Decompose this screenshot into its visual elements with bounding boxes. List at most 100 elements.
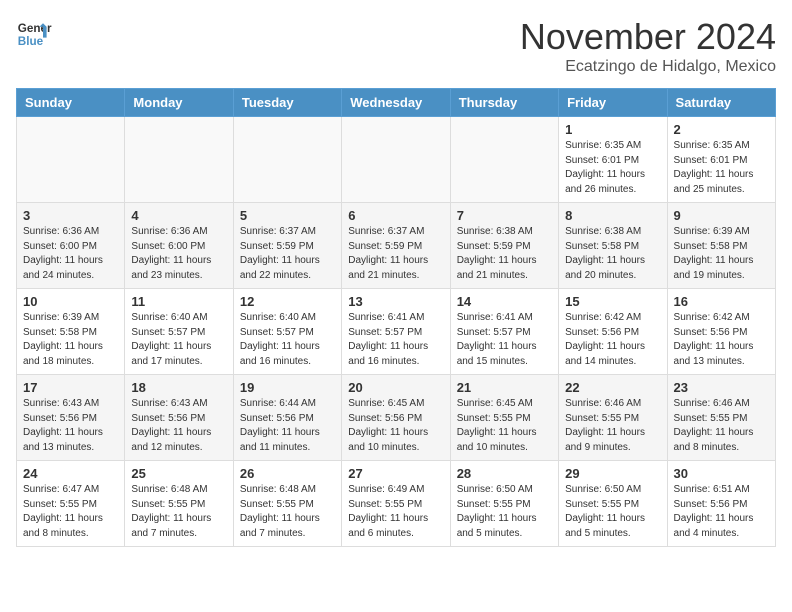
- day-number: 3: [23, 208, 118, 223]
- day-number: 16: [674, 294, 769, 309]
- day-info: Sunrise: 6:50 AMSunset: 5:55 PMDaylight:…: [565, 483, 660, 541]
- weekday-header-friday: Friday: [559, 89, 667, 117]
- day-info: Sunrise: 6:35 AMSunset: 6:01 PMDaylight:…: [674, 139, 769, 197]
- day-number: 27: [348, 466, 443, 481]
- day-cell: [342, 117, 450, 203]
- day-cell: 5Sunrise: 6:37 AMSunset: 5:59 PMDaylight…: [233, 203, 341, 289]
- day-cell: [125, 117, 233, 203]
- day-info: Sunrise: 6:36 AMSunset: 6:00 PMDaylight:…: [23, 225, 118, 283]
- day-number: 30: [674, 466, 769, 481]
- day-cell: 7Sunrise: 6:38 AMSunset: 5:59 PMDaylight…: [450, 203, 558, 289]
- day-cell: 23 Sunrise: 6:46 AMSunset: 5:55 PMDayligh…: [667, 375, 775, 461]
- day-number: 29: [565, 466, 660, 481]
- weekday-header-thursday: Thursday: [450, 89, 558, 117]
- day-number: 13: [348, 294, 443, 309]
- day-cell: 30 Sunrise: 6:51 AMSunset: 5:56 PMDayligh…: [667, 461, 775, 547]
- day-info: Sunrise: 6:47 AMSunset: 5:55 PMDaylight:…: [23, 483, 118, 541]
- day-info: Sunrise: 6:39 AMSunset: 5:58 PMDaylight:…: [23, 311, 118, 369]
- day-cell: 13 Sunrise: 6:41 AMSunset: 5:57 PMDayligh…: [342, 289, 450, 375]
- day-info: Sunrise: 6:41 AMSunset: 5:57 PMDaylight:…: [348, 311, 443, 369]
- weekday-header-row: SundayMondayTuesdayWednesdayThursdayFrid…: [17, 89, 776, 117]
- day-cell: 10 Sunrise: 6:39 AMSunset: 5:58 PMDayligh…: [17, 289, 125, 375]
- day-cell: 29 Sunrise: 6:50 AMSunset: 5:55 PMDayligh…: [559, 461, 667, 547]
- logo-icon: General Blue: [16, 16, 52, 52]
- day-cell: 28Sunrise: 6:50 AMSunset: 5:55 PMDayligh…: [450, 461, 558, 547]
- day-info: Sunrise: 6:38 AMSunset: 5:59 PMDaylight:…: [457, 225, 552, 283]
- day-number: 14: [457, 294, 552, 309]
- day-number: 2: [674, 122, 769, 137]
- day-number: 26: [240, 466, 335, 481]
- day-cell: 11Sunrise: 6:40 AMSunset: 5:57 PMDayligh…: [125, 289, 233, 375]
- day-cell: 2 Sunrise: 6:35 AMSunset: 6:01 PMDaylight…: [667, 117, 775, 203]
- day-cell: 17 Sunrise: 6:43 AMSunset: 5:56 PMDayligh…: [17, 375, 125, 461]
- day-number: 28: [457, 466, 552, 481]
- day-number: 11: [131, 294, 226, 309]
- day-number: 24: [23, 466, 118, 481]
- week-row-1: 1Sunrise: 6:35 AMSunset: 6:01 PMDaylight…: [17, 117, 776, 203]
- day-info: Sunrise: 6:37 AMSunset: 5:59 PMDaylight:…: [240, 225, 335, 283]
- day-cell: 27 Sunrise: 6:49 AMSunset: 5:55 PMDayligh…: [342, 461, 450, 547]
- day-cell: 24 Sunrise: 6:47 AMSunset: 5:55 PMDayligh…: [17, 461, 125, 547]
- day-number: 15: [565, 294, 660, 309]
- svg-text:Blue: Blue: [18, 35, 44, 48]
- day-number: 22: [565, 380, 660, 395]
- day-cell: 21 Sunrise: 6:45 AMSunset: 5:55 PMDayligh…: [450, 375, 558, 461]
- location: Ecatzingo de Hidalgo, Mexico: [520, 58, 776, 76]
- day-info: Sunrise: 6:39 AMSunset: 5:58 PMDaylight:…: [674, 225, 769, 283]
- day-number: 10: [23, 294, 118, 309]
- day-cell: 8 Sunrise: 6:38 AMSunset: 5:58 PMDaylight…: [559, 203, 667, 289]
- day-cell: 25Sunrise: 6:48 AMSunset: 5:55 PMDayligh…: [125, 461, 233, 547]
- day-number: 18: [131, 380, 226, 395]
- day-cell: 1Sunrise: 6:35 AMSunset: 6:01 PMDaylight…: [559, 117, 667, 203]
- day-number: 6: [348, 208, 443, 223]
- day-number: 9: [674, 208, 769, 223]
- day-info: Sunrise: 6:48 AMSunset: 5:55 PMDaylight:…: [240, 483, 335, 541]
- day-cell: 19Sunrise: 6:44 AMSunset: 5:56 PMDayligh…: [233, 375, 341, 461]
- logo: General Blue: [16, 16, 52, 52]
- day-info: Sunrise: 6:38 AMSunset: 5:58 PMDaylight:…: [565, 225, 660, 283]
- day-cell: 26 Sunrise: 6:48 AMSunset: 5:55 PMDayligh…: [233, 461, 341, 547]
- weekday-header-wednesday: Wednesday: [342, 89, 450, 117]
- day-cell: 22Sunrise: 6:46 AMSunset: 5:55 PMDayligh…: [559, 375, 667, 461]
- day-number: 8: [565, 208, 660, 223]
- day-number: 21: [457, 380, 552, 395]
- day-info: Sunrise: 6:45 AMSunset: 5:55 PMDaylight:…: [457, 397, 552, 455]
- weekday-header-sunday: Sunday: [17, 89, 125, 117]
- day-info: Sunrise: 6:48 AMSunset: 5:55 PMDaylight:…: [131, 483, 226, 541]
- week-row-4: 17 Sunrise: 6:43 AMSunset: 5:56 PMDayligh…: [17, 375, 776, 461]
- week-row-3: 10 Sunrise: 6:39 AMSunset: 5:58 PMDayligh…: [17, 289, 776, 375]
- day-info: Sunrise: 6:35 AMSunset: 6:01 PMDaylight:…: [565, 139, 660, 197]
- day-cell: [233, 117, 341, 203]
- day-cell: [17, 117, 125, 203]
- day-cell: 3 Sunrise: 6:36 AMSunset: 6:00 PMDaylight…: [17, 203, 125, 289]
- day-number: 19: [240, 380, 335, 395]
- week-row-5: 24 Sunrise: 6:47 AMSunset: 5:55 PMDayligh…: [17, 461, 776, 547]
- day-info: Sunrise: 6:49 AMSunset: 5:55 PMDaylight:…: [348, 483, 443, 541]
- title-section: November 2024 Ecatzingo de Hidalgo, Mexi…: [520, 16, 776, 76]
- day-info: Sunrise: 6:42 AMSunset: 5:56 PMDaylight:…: [674, 311, 769, 369]
- day-cell: 14Sunrise: 6:41 AMSunset: 5:57 PMDayligh…: [450, 289, 558, 375]
- day-cell: [450, 117, 558, 203]
- day-number: 20: [348, 380, 443, 395]
- day-cell: 20 Sunrise: 6:45 AMSunset: 5:56 PMDayligh…: [342, 375, 450, 461]
- calendar: SundayMondayTuesdayWednesdayThursdayFrid…: [16, 88, 776, 547]
- page-header: General Blue November 2024 Ecatzingo de …: [16, 16, 776, 76]
- day-number: 12: [240, 294, 335, 309]
- day-cell: 18Sunrise: 6:43 AMSunset: 5:56 PMDayligh…: [125, 375, 233, 461]
- day-info: Sunrise: 6:42 AMSunset: 5:56 PMDaylight:…: [565, 311, 660, 369]
- day-info: Sunrise: 6:45 AMSunset: 5:56 PMDaylight:…: [348, 397, 443, 455]
- day-number: 4: [131, 208, 226, 223]
- day-cell: 16 Sunrise: 6:42 AMSunset: 5:56 PMDayligh…: [667, 289, 775, 375]
- day-info: Sunrise: 6:36 AMSunset: 6:00 PMDaylight:…: [131, 225, 226, 283]
- day-info: Sunrise: 6:40 AMSunset: 5:57 PMDaylight:…: [240, 311, 335, 369]
- day-info: Sunrise: 6:51 AMSunset: 5:56 PMDaylight:…: [674, 483, 769, 541]
- day-cell: 6 Sunrise: 6:37 AMSunset: 5:59 PMDaylight…: [342, 203, 450, 289]
- day-cell: 12 Sunrise: 6:40 AMSunset: 5:57 PMDayligh…: [233, 289, 341, 375]
- day-cell: 9 Sunrise: 6:39 AMSunset: 5:58 PMDaylight…: [667, 203, 775, 289]
- svg-text:General: General: [18, 22, 52, 35]
- day-info: Sunrise: 6:37 AMSunset: 5:59 PMDaylight:…: [348, 225, 443, 283]
- day-number: 23: [674, 380, 769, 395]
- day-info: Sunrise: 6:43 AMSunset: 5:56 PMDaylight:…: [23, 397, 118, 455]
- day-info: Sunrise: 6:46 AMSunset: 5:55 PMDaylight:…: [674, 397, 769, 455]
- day-number: 17: [23, 380, 118, 395]
